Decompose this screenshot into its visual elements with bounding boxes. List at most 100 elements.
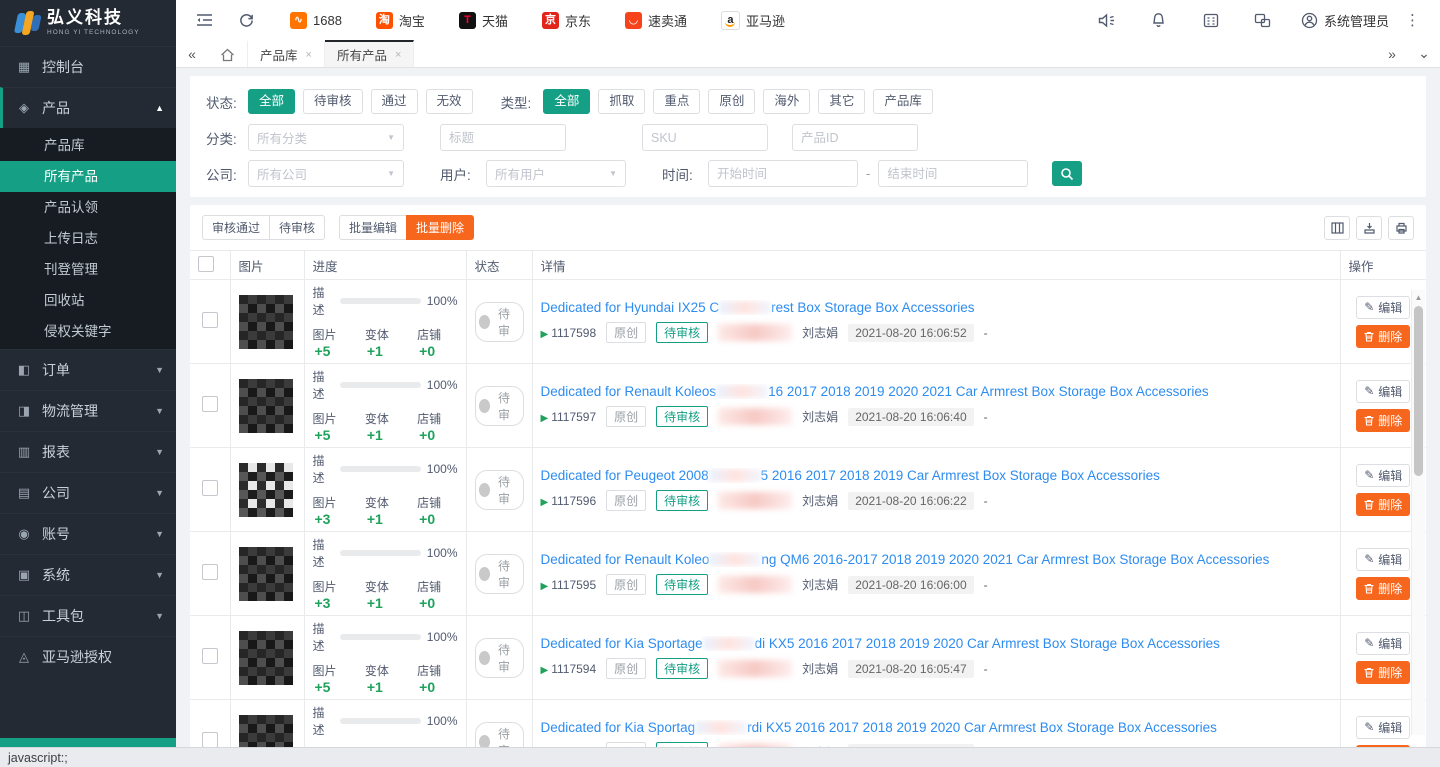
sidebar-item-logistics[interactable]: ◨物流管理▼ — [0, 390, 176, 431]
delete-button[interactable]: 删除 — [1356, 325, 1410, 348]
edit-button[interactable]: ✎编辑 — [1356, 296, 1410, 319]
user-menu[interactable]: 系统管理员 — [1301, 11, 1389, 30]
marketplace-亚马逊[interactable]: a亚马逊 — [721, 11, 785, 30]
marketplace-淘宝[interactable]: 淘淘宝 — [376, 11, 425, 30]
table-scrollbar[interactable]: ▲ — [1411, 290, 1425, 735]
collapse-menu-icon[interactable] — [190, 6, 218, 34]
sku-input[interactable] — [642, 124, 768, 151]
batch-delete-button[interactable]: 批量删除 — [406, 215, 474, 240]
tab-all-products[interactable]: 所有产品 × — [325, 40, 414, 67]
type-option-其它[interactable]: 其它 — [818, 89, 865, 114]
product-thumbnail[interactable] — [239, 631, 293, 685]
row-checkbox[interactable] — [202, 480, 218, 496]
product-title-link[interactable]: Dedicated for Kia Sportagedi KX5 2016 20… — [541, 636, 1332, 651]
product-title-link[interactable]: Dedicated for Kia Sportagrdi KX5 2016 20… — [541, 720, 1332, 735]
status-option-通过[interactable]: 通过 — [371, 89, 418, 114]
sidebar-subitem-所有产品[interactable]: 所有产品 — [0, 161, 176, 192]
scrollbar-up-icon[interactable]: ▲ — [1412, 290, 1425, 302]
search-button[interactable] — [1052, 161, 1082, 186]
sidebar-item-orders[interactable]: ◧订单▼ — [0, 349, 176, 390]
sidebar-subitem-产品认领[interactable]: 产品认领 — [0, 192, 176, 223]
sidebar-item-reports[interactable]: ▥报表▼ — [0, 431, 176, 472]
sidebar-subitem-刊登管理[interactable]: 刊登管理 — [0, 254, 176, 285]
edit-button[interactable]: ✎编辑 — [1356, 548, 1410, 571]
export-icon[interactable] — [1356, 216, 1382, 240]
play-icon[interactable]: ▶ — [541, 665, 549, 676]
play-icon[interactable]: ▶ — [541, 497, 549, 508]
sidebar-item-account[interactable]: ◉账号▼ — [0, 513, 176, 554]
type-option-重点[interactable]: 重点 — [653, 89, 700, 114]
edit-button[interactable]: ✎编辑 — [1356, 464, 1410, 487]
select-all-checkbox[interactable] — [198, 256, 214, 272]
refresh-icon[interactable] — [232, 6, 260, 34]
play-icon[interactable]: ▶ — [541, 329, 549, 340]
sidebar-subitem-回收站[interactable]: 回收站 — [0, 285, 176, 316]
scrollbar-thumb[interactable] — [1414, 306, 1423, 476]
type-option-全部[interactable]: 全部 — [543, 89, 590, 114]
category-select[interactable]: 所有分类 ▼ — [248, 124, 404, 151]
row-checkbox[interactable] — [202, 564, 218, 580]
status-option-无效[interactable]: 无效 — [426, 89, 473, 114]
marketplace-天猫[interactable]: T天猫 — [459, 11, 508, 30]
type-option-海外[interactable]: 海外 — [763, 89, 810, 114]
sidebar-subitem-侵权关键字[interactable]: 侵权关键字 — [0, 316, 176, 347]
start-time-input[interactable] — [708, 160, 858, 187]
edit-button[interactable]: ✎编辑 — [1356, 632, 1410, 655]
delete-button[interactable]: 删除 — [1356, 661, 1410, 684]
type-option-产品库[interactable]: 产品库 — [873, 89, 933, 114]
switch-icon[interactable] — [1249, 6, 1277, 34]
tabs-scroll-left-icon[interactable]: « — [176, 40, 208, 67]
product-thumbnail[interactable] — [239, 295, 293, 349]
row-checkbox[interactable] — [202, 648, 218, 664]
marketplace-京东[interactable]: 京京东 — [542, 11, 591, 30]
type-option-抓取[interactable]: 抓取 — [598, 89, 645, 114]
end-time-input[interactable] — [878, 160, 1028, 187]
sidebar-item-product[interactable]: ◈产品▲ — [0, 87, 176, 128]
sidebar-item-toolkit[interactable]: ◫工具包▼ — [0, 595, 176, 636]
product-thumbnail[interactable] — [239, 463, 293, 517]
product-thumbnail[interactable] — [239, 547, 293, 601]
speaker-icon[interactable] — [1093, 6, 1121, 34]
tab-home[interactable] — [208, 40, 248, 67]
edit-button[interactable]: ✎编辑 — [1356, 380, 1410, 403]
approve-button[interactable]: 审核通过 — [202, 215, 270, 240]
delete-button[interactable]: 删除 — [1356, 577, 1410, 600]
product-title-link[interactable]: Dedicated for Renault Koleong QM6 2016-2… — [541, 552, 1332, 567]
product-thumbnail[interactable] — [239, 379, 293, 433]
user-select[interactable]: 所有用户 ▼ — [486, 160, 626, 187]
sidebar-subitem-产品库[interactable]: 产品库 — [0, 130, 176, 161]
edit-button[interactable]: ✎编辑 — [1356, 716, 1410, 739]
delete-button[interactable]: 删除 — [1356, 409, 1410, 432]
more-vertical-icon[interactable]: ⋮ — [1399, 11, 1426, 29]
tab-product-library[interactable]: 产品库 × — [248, 40, 325, 67]
status-option-待审核[interactable]: 待审核 — [303, 89, 363, 114]
tabs-dropdown-icon[interactable]: ⌄ — [1408, 40, 1440, 67]
status-option-全部[interactable]: 全部 — [248, 89, 295, 114]
type-option-原创[interactable]: 原创 — [708, 89, 755, 114]
apps-grid-icon[interactable] — [1197, 6, 1225, 34]
print-icon[interactable] — [1388, 216, 1414, 240]
product-id-input[interactable] — [792, 124, 918, 151]
row-checkbox[interactable] — [202, 732, 218, 748]
row-checkbox[interactable] — [202, 312, 218, 328]
play-icon[interactable]: ▶ — [541, 581, 549, 592]
product-title-link[interactable]: Dedicated for Hyundai IX25 Crest Box Sto… — [541, 300, 1332, 315]
marketplace-1688[interactable]: ∿1688 — [290, 12, 342, 29]
bell-icon[interactable] — [1145, 6, 1173, 34]
company-select[interactable]: 所有公司 ▼ — [248, 160, 404, 187]
tabs-scroll-right-icon[interactable]: » — [1376, 40, 1408, 67]
columns-icon[interactable] — [1324, 216, 1350, 240]
title-input[interactable] — [440, 124, 566, 151]
close-icon[interactable]: × — [306, 49, 312, 61]
pending-review-button[interactable]: 待审核 — [269, 215, 325, 240]
sidebar-item-system[interactable]: ▣系统▼ — [0, 554, 176, 595]
play-icon[interactable]: ▶ — [541, 413, 549, 424]
batch-edit-button[interactable]: 批量编辑 — [339, 215, 407, 240]
product-title-link[interactable]: Dedicated for Renault Koleos16 2017 2018… — [541, 384, 1332, 399]
marketplace-速卖通[interactable]: ◡速卖通 — [625, 11, 687, 30]
close-icon[interactable]: × — [395, 49, 401, 61]
sidebar-item-company[interactable]: ▤公司▼ — [0, 472, 176, 513]
product-title-link[interactable]: Dedicated for Peugeot 20085 2016 2017 20… — [541, 468, 1332, 483]
delete-button[interactable]: 删除 — [1356, 493, 1410, 516]
sidebar-subitem-上传日志[interactable]: 上传日志 — [0, 223, 176, 254]
